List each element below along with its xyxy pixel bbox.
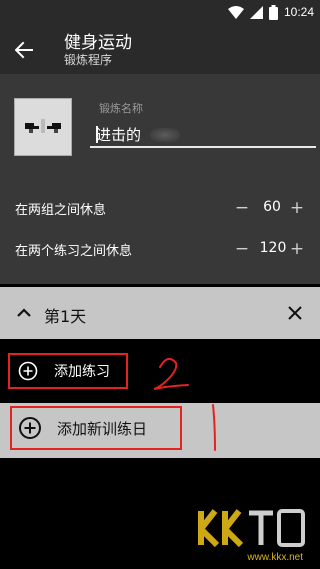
text-cursor: [96, 126, 98, 143]
program-settings-panel: 锻炼名称 在两组之间休息 − 60 + 在两个练习之间休息 − 120 +: [0, 74, 320, 284]
decrease-rest-sets-button[interactable]: −: [231, 197, 253, 219]
status-time: 10:24: [283, 5, 314, 19]
add-training-day-label: 添加新训练日: [57, 419, 148, 438]
status-icons: 10:24: [227, 3, 314, 21]
status-bar: 10:24: [0, 0, 320, 24]
day-header[interactable]: 第1天: [0, 287, 320, 339]
add-exercise-label: 添加练习: [54, 364, 110, 380]
day-label: 第1天: [44, 307, 87, 326]
signal-icon: [249, 5, 263, 19]
plus-circle-icon: [18, 361, 38, 381]
close-icon[interactable]: [284, 302, 306, 324]
back-button[interactable]: [10, 36, 38, 64]
decrease-rest-exercises-button[interactable]: −: [231, 238, 253, 260]
workout-name-label: 锻炼名称: [99, 102, 143, 115]
add-exercise-button[interactable]: 添加练习: [8, 353, 128, 389]
rest-between-sets-value[interactable]: 60: [256, 199, 288, 215]
workout-thumbnail[interactable]: [14, 98, 72, 156]
rest-between-exercises-row: 在两个练习之间休息 − 120 +: [0, 235, 320, 263]
battery-icon: [268, 4, 278, 20]
handwritten-2-annotation: [153, 357, 189, 390]
page-title: 健身运动: [64, 33, 132, 53]
increase-rest-exercises-button[interactable]: +: [286, 238, 308, 260]
handwritten-1-annotation: [212, 404, 216, 451]
workout-name-input[interactable]: [90, 122, 316, 148]
rest-between-sets-row: 在两组之间休息 − 60 +: [0, 194, 320, 222]
add-training-day-button[interactable]: 添加新训练日: [10, 406, 182, 450]
workout-image: [15, 99, 71, 155]
blurred-text: [150, 128, 180, 142]
wifi-icon: [227, 5, 244, 19]
arrow-left-icon: [15, 41, 33, 59]
watermark-logo: [198, 509, 305, 548]
watermark-url: www.kkx.net: [247, 552, 303, 563]
rest-between-exercises-label: 在两个练习之间休息: [15, 244, 133, 259]
plus-circle-icon: [19, 417, 41, 439]
watermark: www.kkx.net: [195, 505, 315, 565]
page-subtitle: 锻炼程序: [64, 53, 113, 67]
rest-between-sets-label: 在两组之间休息: [15, 203, 107, 218]
increase-rest-sets-button[interactable]: +: [286, 197, 308, 219]
chevron-up-icon[interactable]: [15, 304, 33, 322]
app-bar: 健身运动 锻炼程序: [0, 24, 320, 74]
